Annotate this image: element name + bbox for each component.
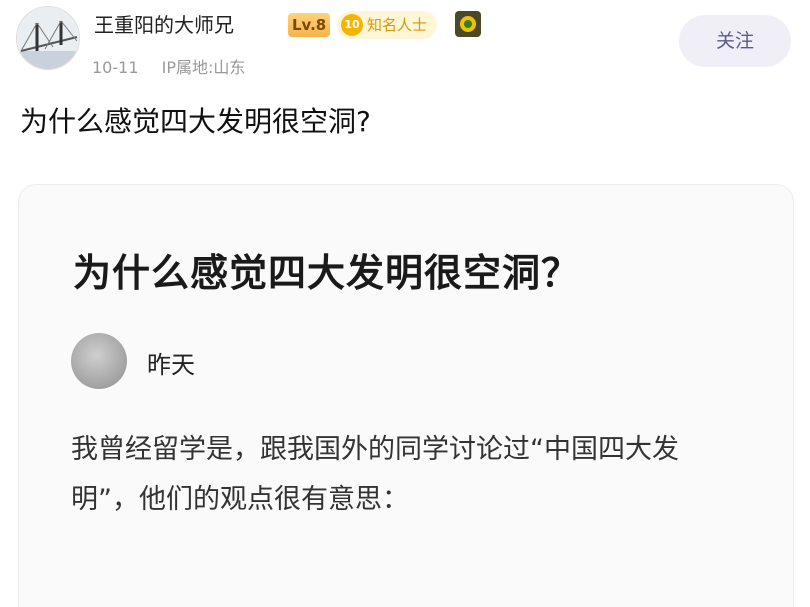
ip-location: IP属地:山东	[161, 58, 246, 77]
follow-button[interactable]: 关注	[679, 15, 791, 67]
card-author-avatar	[71, 333, 127, 389]
card-title: 为什么感觉四大发明很空洞？	[73, 251, 581, 295]
post-header: 王重阳的大师兄 Lv.8 10 知名人士 10-11 IP属地:山东 关注	[0, 0, 810, 90]
quoted-image-card[interactable]: 为什么感觉四大发明很空洞？ 昨天 我曾经留学是，跟我国外的同学讨论过“中国四大发…	[18, 184, 794, 607]
post-date: 10-11	[92, 58, 139, 77]
famous-person-badge: 10 知名人士	[337, 11, 438, 39]
username[interactable]: 王重阳的大师兄	[94, 10, 234, 40]
card-author-name: 昨天	[147, 351, 195, 379]
gear-badge-icon	[455, 11, 481, 37]
badge-label: 知名人士	[367, 16, 428, 34]
level-badge: Lv.8	[288, 13, 331, 37]
card-body-text: 我曾经留学是，跟我国外的同学讨论过“中国四大发明”，他们的观点很有意思：	[71, 434, 679, 515]
user-avatar[interactable]	[16, 6, 80, 70]
post-title: 为什么感觉四大发明很空洞?	[20, 105, 371, 138]
badge-number: 10	[341, 14, 363, 36]
post-meta: 10-11 IP属地:山东	[92, 54, 263, 78]
